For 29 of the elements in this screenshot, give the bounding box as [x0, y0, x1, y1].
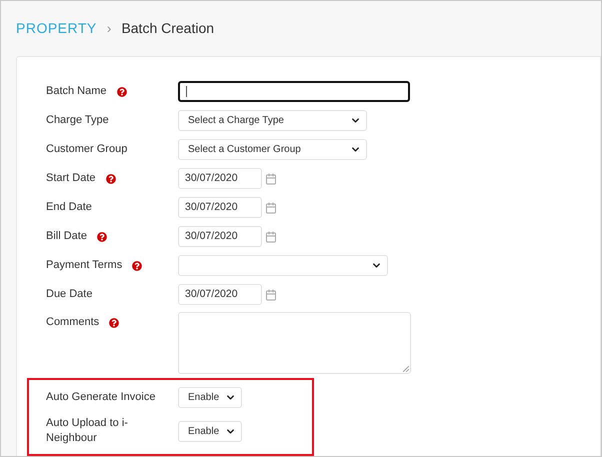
date-field[interactable]: 30/07/2020 — [178, 168, 262, 189]
resize-grip-icon — [403, 366, 409, 372]
date-field[interactable]: 30/07/2020 — [178, 284, 262, 305]
help-icon[interactable] — [116, 86, 127, 96]
help-icon[interactable] — [132, 260, 142, 270]
date-field[interactable]: 30/07/2020 — [178, 197, 262, 218]
field-label: Start Date — [46, 171, 96, 186]
field-label: Due Date — [46, 287, 92, 302]
text-field[interactable] — [178, 81, 410, 102]
field-label: End Date — [46, 200, 92, 215]
field-label: Auto Upload to i-Neighbour — [46, 416, 129, 446]
dropdown[interactable]: Enable — [178, 420, 242, 442]
field-label: Auto Generate Invoice — [46, 390, 156, 405]
dropdown[interactable]: Enable — [178, 387, 242, 408]
dropdown[interactable]: Select a Charge Type — [178, 110, 367, 131]
field-label: Charge Type — [46, 113, 109, 128]
help-icon[interactable] — [96, 232, 107, 242]
date-field[interactable]: 30/07/2020 — [178, 226, 262, 247]
page-title: Batch Creation — [121, 19, 214, 38]
field-label: Customer Group — [46, 142, 128, 157]
help-icon[interactable] — [109, 318, 120, 328]
dropdown[interactable]: Select a Customer Group — [178, 139, 367, 160]
field-label: Bill Date — [46, 229, 87, 244]
field-label: Batch Name — [46, 84, 107, 99]
breadcrumb-separator: › — [106, 19, 112, 38]
field-label: Payment Terms — [46, 258, 122, 273]
help-icon[interactable] — [106, 174, 116, 184]
field-label: Comments — [46, 315, 100, 330]
text-cursor — [186, 86, 187, 97]
